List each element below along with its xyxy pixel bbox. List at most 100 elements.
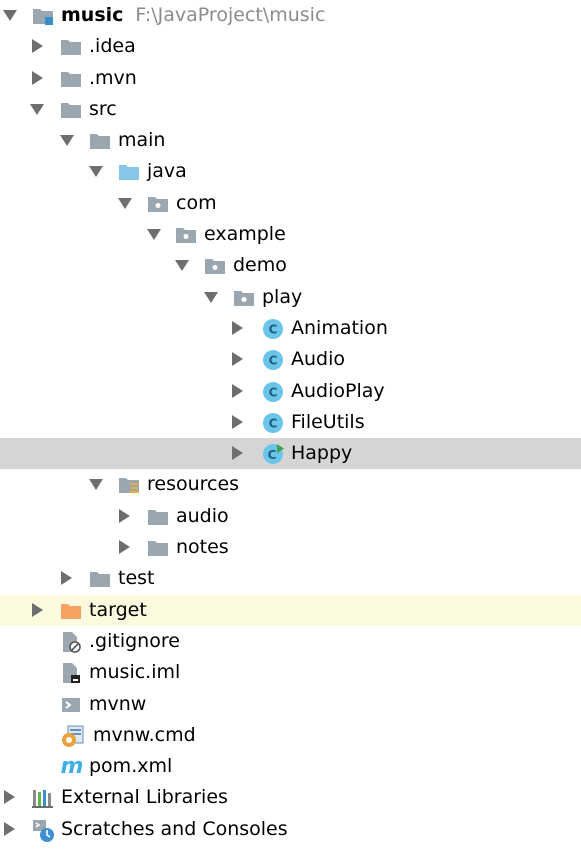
expand-arrow-icon[interactable]: [30, 595, 44, 626]
tree-row-play[interactable]: play: [0, 282, 581, 313]
tree-row-external-libraries[interactable]: External Libraries: [0, 782, 581, 813]
folder-icon: [60, 68, 82, 90]
node-label: .mvn: [89, 66, 137, 89]
expand-arrow-icon[interactable]: [117, 532, 131, 563]
tree-row-music-iml[interactable]: music.iml: [0, 657, 581, 688]
collapse-arrow-icon[interactable]: [89, 156, 103, 187]
iml-file-icon: [60, 662, 82, 684]
node-label: src: [89, 97, 117, 120]
expand-arrow-icon[interactable]: [30, 31, 44, 62]
node-label: notes: [176, 536, 229, 559]
shell-script-icon: [60, 694, 82, 716]
project-tree: music F:\JavaProject\music .idea .mvn src…: [0, 0, 581, 845]
expand-arrow-icon[interactable]: [230, 438, 244, 469]
node-label: .gitignore: [89, 629, 180, 652]
tree-row-audio-dir[interactable]: audio: [0, 501, 581, 532]
expand-arrow-icon[interactable]: [230, 407, 244, 438]
tree-row-test[interactable]: test: [0, 563, 581, 594]
expand-arrow-icon[interactable]: [2, 814, 16, 845]
folder-icon: [60, 36, 82, 58]
tree-row-gitignore[interactable]: .gitignore: [0, 626, 581, 657]
tree-row-audioplay[interactable]: C AudioPlay: [0, 376, 581, 407]
cmd-file-icon: [60, 725, 84, 747]
maven-pom-icon: m: [59, 752, 85, 779]
folder-icon: [147, 537, 169, 559]
expand-arrow-icon[interactable]: [230, 376, 244, 407]
folder-icon: [60, 99, 82, 121]
tree-row-mvnw-cmd[interactable]: mvnw.cmd: [0, 720, 581, 751]
libraries-icon: [32, 787, 54, 809]
project-name: music F:\JavaProject\music: [61, 0, 325, 31]
module-folder-icon: [32, 5, 54, 27]
expand-arrow-icon[interactable]: [59, 563, 73, 594]
tree-row-idea[interactable]: .idea: [0, 31, 581, 62]
java-class-icon: C: [262, 349, 284, 371]
collapse-arrow-icon[interactable]: [30, 94, 44, 125]
tree-row-notes[interactable]: notes: [0, 532, 581, 563]
node-label: Audio: [291, 348, 346, 371]
expand-arrow-icon[interactable]: [2, 782, 16, 813]
tree-row-pom[interactable]: m pom.xml: [0, 751, 581, 782]
project-name-text: music: [61, 4, 124, 26]
collapse-arrow-icon[interactable]: [118, 188, 132, 219]
node-label: Scratches and Consoles: [61, 817, 288, 840]
folder-icon: [89, 130, 111, 152]
node-label: FileUtils: [291, 410, 365, 433]
tree-row-src[interactable]: src: [0, 94, 581, 125]
tree-row-scratches[interactable]: Scratches and Consoles: [0, 814, 581, 845]
svg-text:C: C: [269, 322, 278, 336]
package-icon: [204, 255, 226, 277]
tree-row-main[interactable]: main: [0, 125, 581, 156]
svg-text:C: C: [269, 385, 278, 399]
svg-text:C: C: [269, 416, 278, 430]
node-label: test: [118, 567, 155, 590]
tree-row-project-root[interactable]: music F:\JavaProject\music: [0, 0, 581, 31]
expand-arrow-icon[interactable]: [117, 501, 131, 532]
runnable-class-icon: C: [262, 443, 284, 465]
expand-arrow-icon[interactable]: [30, 63, 44, 94]
tree-row-demo[interactable]: demo: [0, 250, 581, 281]
node-label: resources: [147, 473, 240, 496]
node-label: main: [118, 129, 166, 152]
node-label: AudioPlay: [291, 379, 385, 402]
svg-text:C: C: [269, 354, 278, 368]
folder-icon: [89, 568, 111, 590]
node-label: Happy: [291, 442, 353, 465]
node-label: target: [89, 598, 147, 621]
node-label: example: [204, 223, 286, 246]
collapse-arrow-icon[interactable]: [204, 282, 218, 313]
package-icon: [233, 287, 255, 309]
tree-row-audio-class[interactable]: C Audio: [0, 344, 581, 375]
tree-row-com[interactable]: com: [0, 188, 581, 219]
resources-folder-icon: [118, 474, 140, 496]
source-folder-icon: [118, 161, 140, 183]
tree-row-animation[interactable]: C Animation: [0, 313, 581, 344]
collapse-arrow-icon[interactable]: [60, 125, 74, 156]
tree-row-example[interactable]: example: [0, 219, 581, 250]
collapse-arrow-icon[interactable]: [175, 250, 189, 281]
tree-row-mvn[interactable]: .mvn: [0, 63, 581, 94]
node-label: Animation: [291, 316, 388, 339]
expand-arrow-icon[interactable]: [3, 0, 17, 31]
collapse-arrow-icon[interactable]: [147, 219, 161, 250]
java-class-icon: C: [262, 318, 284, 340]
tree-row-resources[interactable]: resources: [0, 469, 581, 500]
tree-row-fileutils[interactable]: C FileUtils: [0, 407, 581, 438]
tree-row-happy[interactable]: C Happy: [0, 438, 581, 470]
expand-arrow-icon[interactable]: [230, 344, 244, 375]
package-icon: [147, 193, 169, 215]
tree-row-mvnw[interactable]: mvnw: [0, 689, 581, 720]
java-class-icon: C: [262, 412, 284, 434]
folder-icon: [147, 506, 169, 528]
node-label: .idea: [89, 35, 136, 58]
node-label: audio: [176, 504, 229, 527]
collapse-arrow-icon[interactable]: [89, 469, 103, 500]
tree-row-target[interactable]: target: [0, 594, 581, 626]
node-label: com: [176, 191, 217, 214]
scratches-icon: [32, 819, 54, 842]
java-class-icon: C: [262, 381, 284, 403]
svg-text:m: m: [61, 754, 84, 778]
tree-row-java[interactable]: java: [0, 156, 581, 187]
expand-arrow-icon[interactable]: [230, 313, 244, 344]
node-label: play: [262, 285, 303, 308]
